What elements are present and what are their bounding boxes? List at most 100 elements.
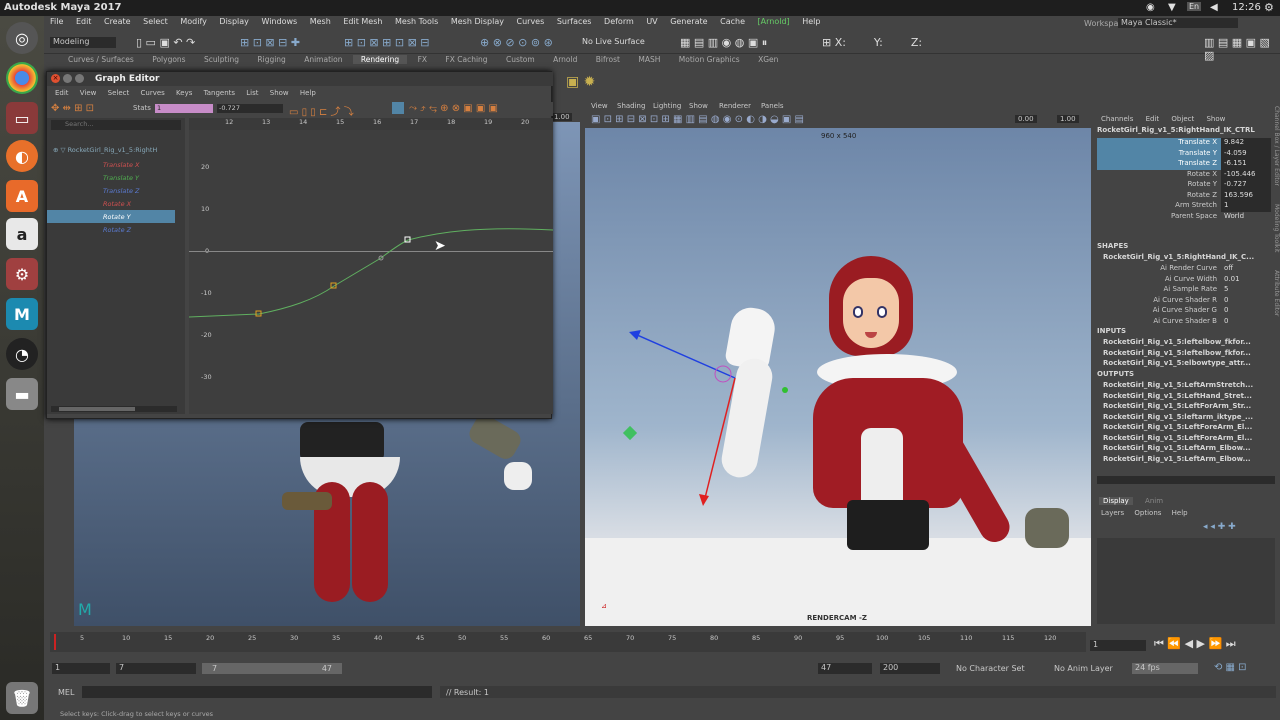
cb-channel-value[interactable]: 163.596 [1221,190,1271,201]
ge-outliner-scrollbar[interactable] [51,406,177,412]
maya-launcher-icon[interactable]: M [6,298,38,330]
ge-search-input[interactable]: Search... [51,120,181,130]
cb-shape-value[interactable]: 0 [1221,317,1271,328]
range-slider[interactable]: 7 47 [202,663,342,674]
shelf-tab-motion-graphics[interactable]: Motion Graphics [671,55,748,64]
ge-menu-show[interactable]: Show [270,89,289,97]
ge-menu-list[interactable]: List [246,89,258,97]
trash-icon[interactable]: 🗑 [6,682,38,714]
cb-channel-value[interactable]: -4.059 [1221,148,1271,159]
transform-fields[interactable]: ⊞ X: Y: Z: [822,36,922,49]
cb-channel-row[interactable]: Rotate Z 163.596 [1097,190,1271,201]
range-inner-start-field[interactable]: 7 [116,663,196,674]
firefox-launcher-icon[interactable]: ◐ [6,140,38,172]
ge-channel-translate-y[interactable]: Translate Y [47,171,175,184]
command-lang[interactable]: MEL [58,688,74,697]
shelf-tab-fx-caching[interactable]: FX Caching [437,55,495,64]
cb-output-node[interactable]: RocketGirl_Rig_v1_5:LeftArm_Elbow... [1103,455,1275,466]
time-slider[interactable]: 5 10 15 20 25 30 35 40 45 50 55 60 65 70… [50,632,1086,652]
vp-menu-view[interactable]: View [591,102,608,110]
ge-menu-view[interactable]: View [80,89,97,97]
cb-channel-row[interactable]: Translate Z -6.151 [1097,159,1271,170]
side-tab-attribute-editor[interactable]: Attribute Editor [1273,270,1280,316]
range-inner-end-field[interactable]: 47 [818,663,872,674]
shelf-tab-curves-surfaces[interactable]: Curves / Surfaces [60,55,142,64]
ge-channel-rotate-y[interactable]: Rotate Y [47,210,175,223]
menu-mesh-display[interactable]: Mesh Display [451,17,504,26]
cb-channel-row[interactable]: Rotate X -105.446 [1097,169,1271,180]
shelf-tab-custom[interactable]: Custom [498,55,543,64]
menu-deform[interactable]: Deform [604,17,634,26]
ge-channel-rotate-x[interactable]: Rotate X [47,197,175,210]
cb-input-node[interactable]: RocketGirl_Rig_v1_5:leftelbow_fkfor... [1103,338,1275,349]
ge-outliner-scroll-thumb[interactable] [59,407,135,411]
vp-menu-renderer[interactable]: Renderer [719,102,751,110]
cb-channel-row[interactable]: Translate X 9.842 [1097,138,1271,149]
language-indicator[interactable]: En [1187,2,1202,11]
ge-stats-frame[interactable]: 1 [155,104,213,113]
cb-output-node[interactable]: RocketGirl_Rig_v1_5:LeftArmStretch... [1103,381,1275,392]
shelf-tab-animation[interactable]: Animation [296,55,350,64]
menu-modify[interactable]: Modify [180,17,207,26]
side-tab-channel-box[interactable]: Channel Box / Layer Editor [1273,106,1280,186]
fps-dropdown[interactable]: 24 fps [1132,663,1198,674]
menu-create[interactable]: Create [104,17,131,26]
vp-menu-shading[interactable]: Shading [617,102,645,110]
cb-shape-value[interactable]: 0.01 [1221,275,1271,286]
menu-windows[interactable]: Windows [261,17,297,26]
shelf-tab-rendering[interactable]: Rendering [352,55,408,64]
cb-shape-row[interactable]: Ai Curve Shader G 0 [1097,306,1271,317]
menu-edit-mesh[interactable]: Edit Mesh [343,17,382,26]
cb-output-node[interactable]: RocketGirl_Rig_v1_5:LeftArm_Elbow... [1103,444,1275,455]
ge-menu-tangents[interactable]: Tangents [204,89,235,97]
menu-edit[interactable]: Edit [76,17,92,26]
ge-stats-value[interactable]: -0.727 [217,104,283,113]
ge-graph-area[interactable]: 12 13 14 15 16 17 18 19 20 20 10 0 -10 -… [189,118,553,414]
cb-input-node[interactable]: RocketGirl_Rig_v1_5:elbowtype_attr... [1103,359,1275,370]
layer-tab-anim[interactable]: Anim [1135,497,1173,505]
layer-menu-options[interactable]: Options [1134,509,1161,517]
ge-tangent-icons[interactable]: ▭ ▯ ▯ ⊏ ⤴ ⤵ [289,103,354,118]
menu-arnold[interactable]: [Arnold] [758,17,790,26]
playback-options-icons[interactable]: ⟲ ▦ ⊡ [1214,662,1247,673]
menu-help[interactable]: Help [802,17,820,26]
range-end-field[interactable]: 200 [880,663,940,674]
system-settings-icon[interactable]: ⚙ [6,258,38,290]
ge-menu-curves[interactable]: Curves [141,89,165,97]
vp-menu-panels[interactable]: Panels [761,102,784,110]
side-tab-modeling-toolkit[interactable]: Modeling Toolkit [1273,204,1280,252]
current-frame-field[interactable]: 1 [1090,640,1146,651]
menu-uv[interactable]: UV [646,17,657,26]
live-surface-field[interactable]: No Live Surface [582,37,645,46]
minimize-icon[interactable] [63,74,72,83]
vp-gamma-field[interactable]: 1.00 [1057,115,1079,123]
cb-input-node[interactable]: RocketGirl_Rig_v1_5:leftelbow_fkfor... [1103,349,1275,360]
cb-menu-edit[interactable]: Edit [1146,115,1160,123]
ge-auto-tangent-icon[interactable] [392,102,404,114]
files-launcher-icon[interactable]: ▭ [6,102,38,134]
left-viewport-value[interactable]: 1.00 [552,113,572,121]
shelf-tab-bifrost[interactable]: Bifrost [588,55,628,64]
shelf-tab-mash[interactable]: MASH [630,55,668,64]
cb-shape-row[interactable]: Ai Curve Width 0.01 [1097,275,1271,286]
anim-layer-dropdown[interactable]: No Anim Layer [1054,664,1113,673]
ge-curve-icons[interactable]: ⤳ ⤴ ⥃ ⊕ ⊗ ▣ ▣ ▣ [409,103,498,114]
amazon-launcher-icon[interactable]: a [6,218,38,250]
settings-gear-icon[interactable]: ⚙ [1264,1,1274,14]
menu-surfaces[interactable]: Surfaces [557,17,592,26]
menu-curves[interactable]: Curves [517,17,545,26]
cb-output-node[interactable]: RocketGirl_Rig_v1_5:LeftForeArm_El... [1103,423,1275,434]
cb-channel-value[interactable]: 1 [1221,201,1271,212]
cb-channel-value[interactable]: World [1221,212,1271,223]
cb-output-node[interactable]: RocketGirl_Rig_v1_5:LeftHand_Stret... [1103,392,1275,403]
ge-menu-select[interactable]: Select [108,89,130,97]
wifi-icon[interactable]: ▼ [1168,2,1176,13]
obs-launcher-icon[interactable]: ◔ [6,338,38,370]
command-input[interactable] [82,686,432,698]
snap-icons[interactable]: ⊕ ⊗ ⊘ ⊙ ⊚ ⊛ [480,36,553,49]
software-center-icon[interactable]: A [6,180,38,212]
vp-camera-icons[interactable]: ▣ ⊡ ⊞ ⊟ ⊠ ⊡ ⊞ ▦ ▥ ▤ ◍ ◉ ⊙ ◐ ◑ ◒ ▣ ▤ [591,114,804,125]
chrome-launcher-icon[interactable] [6,62,38,94]
cb-shape-row[interactable]: Ai Sample Rate 5 [1097,285,1271,296]
layer-menu-layers[interactable]: Layers [1101,509,1124,517]
